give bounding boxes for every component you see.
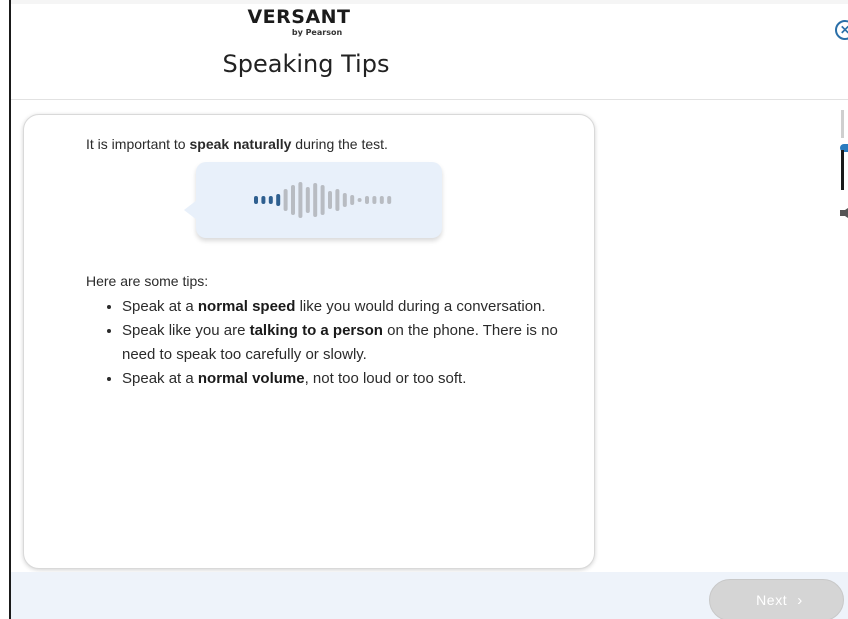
tip-after: like you would during a conversation. <box>295 298 546 315</box>
tips-list: Speak at a normal speed like you would d… <box>86 295 592 391</box>
page-title: Speaking Tips <box>222 50 390 78</box>
next-button[interactable]: Next › <box>709 579 844 619</box>
tip-before: Speak at a <box>122 298 198 315</box>
waveform-bar <box>283 189 288 211</box>
waveform-bar <box>320 185 325 215</box>
waveform-bars <box>254 182 392 218</box>
tip-bold: normal speed <box>197 298 296 315</box>
audio-waveform-icon <box>254 182 392 218</box>
waveform-bar <box>276 194 281 206</box>
mic-slider-track[interactable] <box>841 110 844 138</box>
waveform-bar <box>379 196 384 204</box>
tip-before: Speak like you are <box>122 322 250 339</box>
intro-bold: speak naturally <box>189 136 292 152</box>
waveform-bar <box>350 195 355 205</box>
waveform-bar <box>291 185 295 215</box>
tip-after: , not too loud or too soft. <box>304 370 467 387</box>
close-icon[interactable]: ✕ <box>835 20 848 40</box>
tips-heading: Here are some tips: <box>86 273 209 289</box>
list-item: Speak at a normal volume, not too loud o… <box>122 367 592 391</box>
waveform-bar <box>365 196 369 204</box>
tip-bold: normal volume <box>197 370 305 387</box>
waveform-bar <box>313 183 318 217</box>
chevron-right-icon: › <box>797 591 803 609</box>
waveform-bar <box>372 196 377 204</box>
intro-text: It is important to speak naturally durin… <box>86 136 388 152</box>
waveform-bar <box>254 196 258 204</box>
waveform-bar <box>298 182 303 218</box>
intro-after: during the test. <box>291 136 388 152</box>
mic-slider-fill <box>841 150 844 190</box>
speaker-icon[interactable] <box>840 206 848 220</box>
waveform-bar <box>342 193 347 207</box>
speech-bubble <box>184 162 442 238</box>
waveform-bar <box>305 187 310 213</box>
next-label: Next <box>756 592 788 608</box>
tips-card: It is important to speak naturally durin… <box>23 114 595 569</box>
list-item: Speak at a normal speed like you would d… <box>122 295 592 319</box>
logo-main-text: VERSANT <box>247 6 351 28</box>
intro-before: It is important to <box>86 136 190 152</box>
list-item: Speak like you are talking to a person o… <box>122 319 592 367</box>
logo-sub-text: by Pearson <box>291 28 343 37</box>
waveform-bar <box>357 198 362 202</box>
waveform-bar <box>268 196 273 204</box>
app-frame: VERSANT by Pearson Speaking Tips ✕ It is… <box>9 0 848 619</box>
waveform-bar <box>328 191 332 209</box>
versant-logo: VERSANT by Pearson <box>229 6 369 38</box>
header-divider <box>11 99 848 100</box>
waveform-bar <box>387 196 392 204</box>
waveform-bar <box>261 196 266 204</box>
tip-bold: talking to a person <box>249 322 383 339</box>
top-edge <box>11 0 848 4</box>
waveform-bar <box>335 189 340 211</box>
tip-before: Speak at a <box>122 370 198 387</box>
